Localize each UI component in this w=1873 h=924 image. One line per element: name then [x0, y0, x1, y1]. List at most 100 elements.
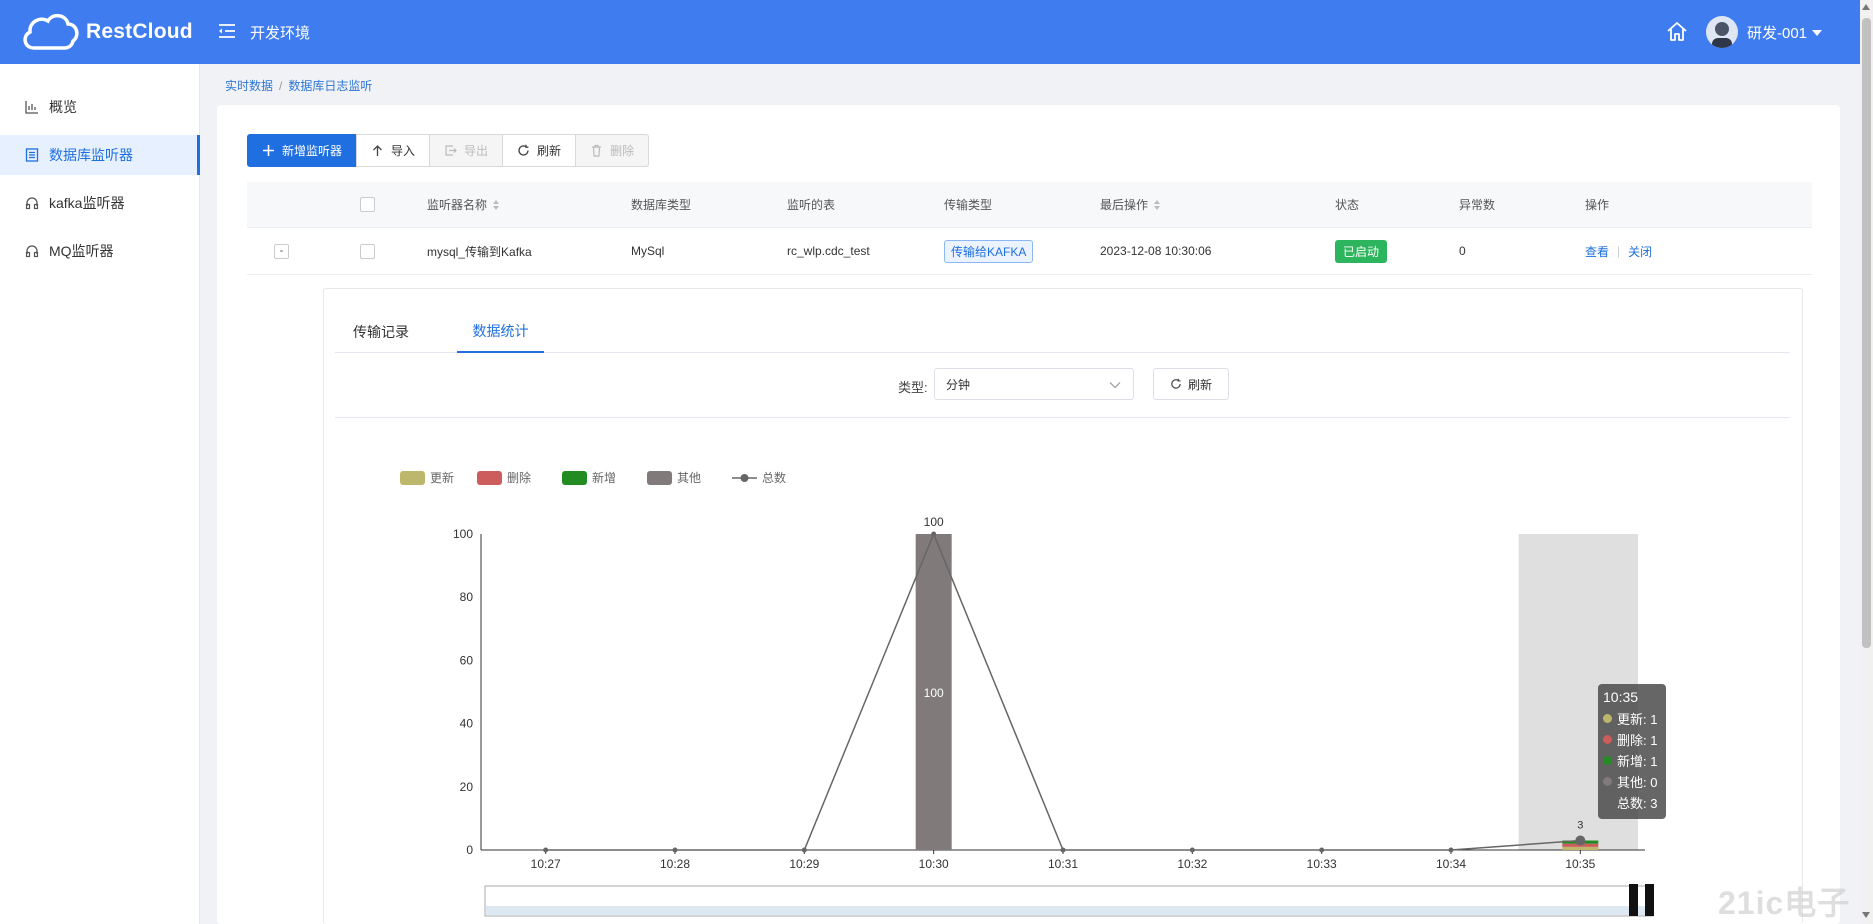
sidebar-item-mq-listener[interactable]: MQ监听器 — [0, 231, 200, 271]
bar — [1562, 846, 1599, 850]
cell-name: mysql_传输到Kafka — [427, 244, 532, 259]
total-point — [543, 847, 549, 853]
refresh-icon — [1171, 378, 1181, 389]
refresh-icon — [518, 144, 529, 156]
total-point — [1189, 847, 1195, 853]
total-data-label: 3 — [1577, 820, 1583, 832]
chart-tooltip: 10:35 更新: 1 删除: 1 新增: 1 其他: 0 总数: 3 — [1598, 684, 1666, 819]
view-link[interactable]: 查看 — [1585, 243, 1609, 260]
select-all-checkbox[interactable] — [360, 182, 375, 227]
breadcrumb-link[interactable]: 实时数据 — [225, 79, 273, 93]
total-data-label: 100 — [924, 515, 944, 529]
y-tick-label: 100 — [453, 527, 473, 541]
headphones-icon — [25, 197, 39, 210]
page-scrollbar[interactable] — [1860, 0, 1873, 924]
total-point — [1448, 847, 1454, 853]
arrow-up-icon — [373, 145, 382, 156]
y-tick-label: 60 — [460, 653, 474, 667]
breadcrumb-current[interactable]: 数据库日志监听 — [288, 79, 372, 93]
cell-db-type: MySql — [631, 244, 665, 258]
env-label[interactable]: 开发环境 — [250, 22, 310, 43]
legend-swatch — [477, 471, 502, 485]
refresh-label: 刷新 — [537, 144, 562, 158]
legend-label: 删除 — [507, 470, 531, 485]
type-select[interactable]: 分钟 — [934, 368, 1134, 400]
stats-refresh-label: 刷新 — [1187, 377, 1212, 392]
bar-data-label: 100 — [924, 686, 944, 700]
total-point — [1060, 847, 1066, 853]
tab-data-stats[interactable]: 数据统计 — [457, 310, 544, 353]
x-tick-label: 10:35 — [1565, 857, 1595, 871]
chevron-down-icon — [1109, 382, 1121, 389]
data-zoom-track — [486, 906, 1652, 915]
user-name[interactable]: 研发-001 — [1747, 22, 1807, 43]
tooltip-row: 删除: 1 — [1617, 733, 1658, 748]
type-select-value: 分钟 — [946, 377, 971, 392]
scroll-thumb[interactable] — [1862, 18, 1871, 648]
toolbar: 新增监听器 导入 导出 刷新 删除 — [247, 134, 650, 167]
zoom-handle-right — [1645, 884, 1654, 916]
header-last-op[interactable]: 最后操作 — [1100, 182, 1161, 227]
cell-status: 已启动 — [1335, 228, 1388, 274]
y-tick-label: 0 — [466, 843, 473, 857]
legend-label: 新增 — [592, 470, 616, 485]
menu-fold-icon[interactable] — [216, 20, 238, 42]
legend-label: 其他 — [677, 471, 701, 485]
breadcrumb: 实时数据 / 数据库日志监听 — [225, 79, 373, 93]
cell-transfer: 传输给KAFKA — [944, 228, 1034, 274]
tab-transfer-records[interactable]: 传输记录 — [353, 310, 409, 353]
y-tick-label: 20 — [460, 780, 474, 794]
add-listener-button[interactable]: 新增监听器 — [247, 134, 358, 167]
sort-icon[interactable] — [1154, 199, 1161, 210]
export-button[interactable]: 导出 — [429, 134, 504, 167]
home-icon[interactable] — [1665, 20, 1689, 44]
header-name[interactable]: 监听器名称 — [427, 182, 500, 227]
import-button[interactable]: 导入 — [356, 134, 431, 167]
top-bar: RestCloud 开发环境 研发-001 — [0, 0, 1860, 64]
sort-icon[interactable] — [493, 199, 500, 210]
sidebar-item-db-listener[interactable]: 数据库监听器 — [0, 135, 200, 175]
delete-label: 删除 — [610, 144, 635, 158]
x-tick-label: 10:27 — [531, 857, 561, 871]
avatar[interactable] — [1706, 16, 1738, 48]
delete-button[interactable]: 删除 — [575, 134, 650, 167]
user-avatar-icon — [1712, 22, 1732, 48]
y-tick-label: 40 — [460, 717, 474, 731]
list-icon — [25, 148, 39, 162]
row-checkbox[interactable] — [360, 228, 375, 274]
add-listener-label: 新增监听器 — [282, 144, 343, 158]
x-tick-label: 10:28 — [660, 857, 690, 871]
export-icon — [445, 145, 457, 156]
filter-row: 类型: 分钟 刷新 — [335, 368, 1790, 418]
logo[interactable]: RestCloud — [20, 10, 193, 54]
caret-down-icon[interactable] — [1812, 30, 1822, 36]
tooltip-row: 总数: 3 — [1617, 796, 1658, 811]
expand-toggle[interactable]: - — [274, 228, 289, 274]
refresh-button[interactable]: 刷新 — [502, 134, 577, 167]
zoom-handle-left — [1629, 884, 1638, 916]
cloud-logo-icon — [23, 14, 79, 50]
detail-tabs: 传输记录 数据统计 — [335, 310, 1790, 353]
header-actions: 操作 — [1585, 198, 1610, 212]
header-table: 监听的表 — [787, 198, 836, 212]
scroll-up-icon[interactable] — [1862, 4, 1870, 10]
close-link[interactable]: 关闭 — [1628, 243, 1652, 260]
transfer-tag: 传输给KAFKA — [944, 239, 1034, 263]
app-name: RestCloud — [86, 20, 193, 43]
cell-errors: 0 — [1459, 244, 1466, 258]
watermark: 21ic电子网 — [1718, 885, 1851, 921]
legend-label: 更新 — [430, 470, 454, 485]
total-point — [801, 847, 807, 853]
tooltip-title: 10:35 — [1603, 689, 1639, 705]
tooltip-row: 新增: 1 — [1617, 754, 1658, 769]
stats-refresh-button[interactable]: 刷新 — [1153, 368, 1229, 400]
x-tick-label: 10:30 — [919, 857, 949, 871]
tooltip-row: 其他: 0 — [1617, 775, 1658, 790]
tooltip-row: 更新: 1 — [1617, 712, 1658, 727]
sidebar-item-kafka-listener[interactable]: kafka监听器 — [0, 183, 200, 223]
cell-table: rc_wlp.cdc_test — [787, 244, 870, 258]
sidebar-item-label: kafka监听器 — [49, 195, 125, 211]
sidebar-item-overview[interactable]: 概览 — [0, 87, 200, 127]
bar-chart-icon — [25, 101, 38, 114]
table-header: 监听器名称 数据库类型 监听的表 传输类型 最后操作 状态 异常数 操作 — [247, 182, 1812, 228]
